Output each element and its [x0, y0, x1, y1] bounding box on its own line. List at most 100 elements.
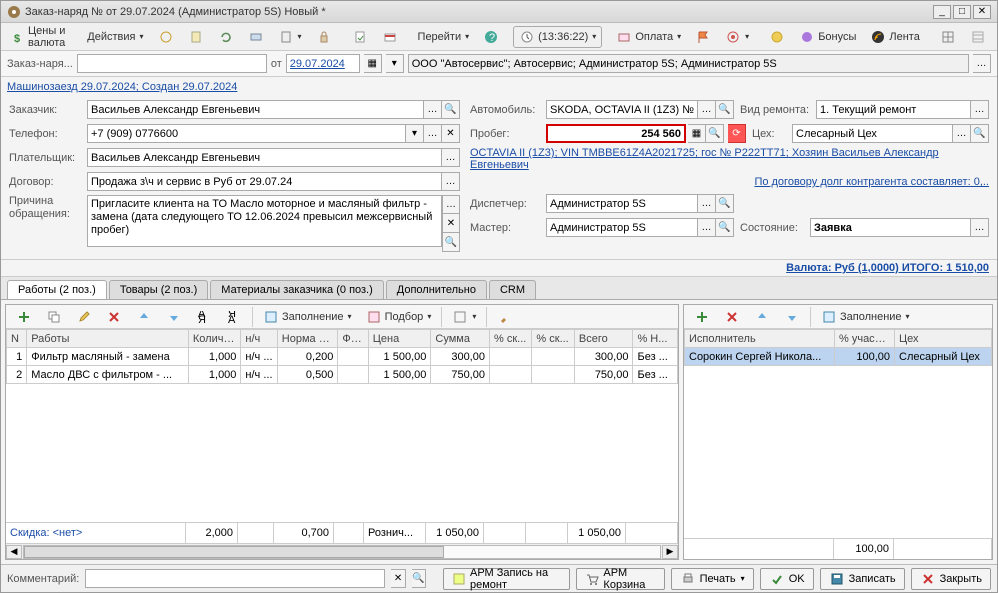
col-nh[interactable]: н/ч [241, 330, 277, 348]
comment-input[interactable] [85, 569, 385, 588]
tab-crm[interactable]: CRM [489, 280, 536, 299]
phone-dd[interactable]: ▾ [406, 124, 424, 143]
pcol-shop[interactable]: Цех [895, 330, 992, 348]
prices-button[interactable]: $ Цены и валюта [5, 26, 73, 48]
works-extra2[interactable] [491, 306, 519, 328]
arm-cart-button[interactable]: АРМ Корзина [576, 568, 664, 590]
reason-textarea[interactable]: Пригласите клиента на ТО Масло моторное … [87, 195, 442, 247]
tab-goods[interactable]: Товары (2 поз.) [109, 280, 208, 299]
col-norm[interactable]: Норма вр. [277, 330, 338, 348]
col-d1[interactable]: % ск... [489, 330, 531, 348]
works-add[interactable] [10, 306, 38, 328]
perf-delete[interactable] [718, 306, 746, 328]
car-search[interactable]: 🔍 [716, 100, 734, 119]
tb-icon-1[interactable] [152, 26, 180, 48]
car-ellipsis[interactable]: … [698, 100, 716, 119]
doc-date-input[interactable] [286, 54, 360, 73]
col-fi[interactable]: Фи... [338, 330, 368, 348]
perf-fill-button[interactable]: Заполнение▾ [815, 306, 916, 328]
go-button[interactable]: Перейти▾ [412, 26, 476, 48]
mileage-search-button[interactable]: 🔍 [706, 124, 724, 143]
payer-input[interactable] [87, 148, 442, 167]
workshop-search[interactable]: 🔍 [971, 124, 989, 143]
works-copy[interactable] [40, 306, 68, 328]
tb-icon-11[interactable]: ▾ [719, 26, 755, 48]
phone-clear[interactable]: ✕ [442, 124, 460, 143]
table-row[interactable]: 1Фильтр масляный - замена1,000н/ч ...0,2… [7, 348, 678, 366]
tb-icon-2[interactable] [182, 26, 210, 48]
actions-button[interactable]: Действия▾ [81, 26, 149, 48]
dispatcher-input[interactable] [546, 194, 698, 213]
reason-clear[interactable]: ✕ [442, 214, 460, 233]
dispatcher-ellipsis[interactable]: … [698, 194, 716, 213]
ok-button[interactable]: OK [760, 568, 814, 590]
master-search[interactable]: 🔍 [716, 218, 734, 237]
pcol-name[interactable]: Исполнитель [685, 330, 835, 348]
tb-icon-3[interactable] [212, 26, 240, 48]
debt-link[interactable]: По договору долг контрагента составляет:… [754, 176, 989, 188]
tb-icon-6[interactable] [310, 26, 338, 48]
print-button[interactable]: Печать▾ [671, 568, 754, 590]
col-qty[interactable]: Количе... [188, 330, 241, 348]
doc-number-input[interactable] [77, 54, 267, 73]
works-fill-button[interactable]: Заполнение▾ [257, 306, 358, 328]
tab-extra[interactable]: Дополнительно [386, 280, 487, 299]
date-dd-button[interactable]: ▾ [386, 54, 404, 73]
save-button[interactable]: Записать [820, 568, 905, 590]
tb-icon-4[interactable] [242, 26, 270, 48]
payment-button[interactable]: Оплата▾ [610, 26, 687, 48]
repair-ellipsis[interactable]: … [971, 100, 989, 119]
works-select-button[interactable]: Подбор▾ [360, 306, 438, 328]
tab-materials[interactable]: Материалы заказчика (0 поз.) [210, 280, 384, 299]
master-ellipsis[interactable]: … [698, 218, 716, 237]
table-row[interactable]: 2Масло ДВС с фильтром - ...1,000н/ч ...0… [7, 366, 678, 384]
tb-icon-10[interactable] [689, 26, 717, 48]
org-ellipsis-button[interactable]: … [973, 54, 991, 73]
works-extra1[interactable]: ▾ [446, 306, 482, 328]
date-calendar-button[interactable]: ▦ [364, 54, 382, 73]
entry-link[interactable]: Машинозаезд 29.07.2024; Создан 29.07.202… [7, 81, 237, 93]
mileage-calc-button[interactable]: ▦ [688, 124, 706, 143]
customer-search[interactable]: 🔍 [442, 100, 460, 119]
comment-search[interactable]: 🔍 [412, 569, 426, 588]
col-n[interactable]: N [7, 330, 27, 348]
minimize-button[interactable]: _ [933, 5, 951, 19]
contract-input[interactable] [87, 172, 442, 191]
discount-link[interactable]: Скидка: <нет> [6, 523, 186, 543]
tb-icon-14[interactable] [964, 26, 992, 48]
col-vat[interactable]: % Н... [633, 330, 678, 348]
perf-up[interactable] [748, 306, 776, 328]
status-input[interactable] [810, 218, 971, 237]
works-sort-za[interactable]: ЯA [220, 306, 248, 328]
works-up[interactable] [130, 306, 158, 328]
close-button[interactable]: Закрыть [911, 568, 991, 590]
phone-input[interactable] [87, 124, 406, 143]
arm-booking-button[interactable]: АРМ Запись на ремонт [443, 568, 570, 590]
clock-button[interactable]: (13:36:22)▾ [513, 26, 602, 48]
col-total[interactable]: Всего [574, 330, 633, 348]
feed-button[interactable]: Лента [864, 26, 925, 48]
col-price[interactable]: Цена [368, 330, 431, 348]
works-hscroll[interactable]: ◀▶ [6, 543, 678, 559]
works-sort-az[interactable]: AЯ [190, 306, 218, 328]
tb-icon-8[interactable] [376, 26, 404, 48]
tb-icon-15[interactable] [994, 26, 998, 48]
comment-clear[interactable]: ✕ [391, 569, 405, 588]
mileage-input[interactable] [546, 124, 686, 143]
tb-icon-7[interactable] [346, 26, 374, 48]
tab-works[interactable]: Работы (2 поз.) [7, 280, 107, 299]
performers-grid[interactable]: Исполнитель % участия Цех Сорокин Сергей… [684, 329, 992, 538]
dispatcher-search[interactable]: 🔍 [716, 194, 734, 213]
table-row[interactable]: Сорокин Сергей Никола...100,00Слесарный … [685, 348, 992, 366]
works-delete[interactable] [100, 306, 128, 328]
col-sum[interactable]: Сумма [431, 330, 490, 348]
pcol-pct[interactable]: % участия [835, 330, 895, 348]
perf-add[interactable] [688, 306, 716, 328]
tb-icon-13[interactable] [934, 26, 962, 48]
workshop-input[interactable] [792, 124, 953, 143]
payer-ellipsis[interactable]: … [442, 148, 460, 167]
tb-icon-9[interactable]: ? [477, 26, 505, 48]
perf-down[interactable] [778, 306, 806, 328]
bonus-button[interactable]: Бонусы [793, 26, 862, 48]
works-grid[interactable]: N Работы Количе... н/ч Норма вр. Фи... Ц… [6, 329, 678, 522]
